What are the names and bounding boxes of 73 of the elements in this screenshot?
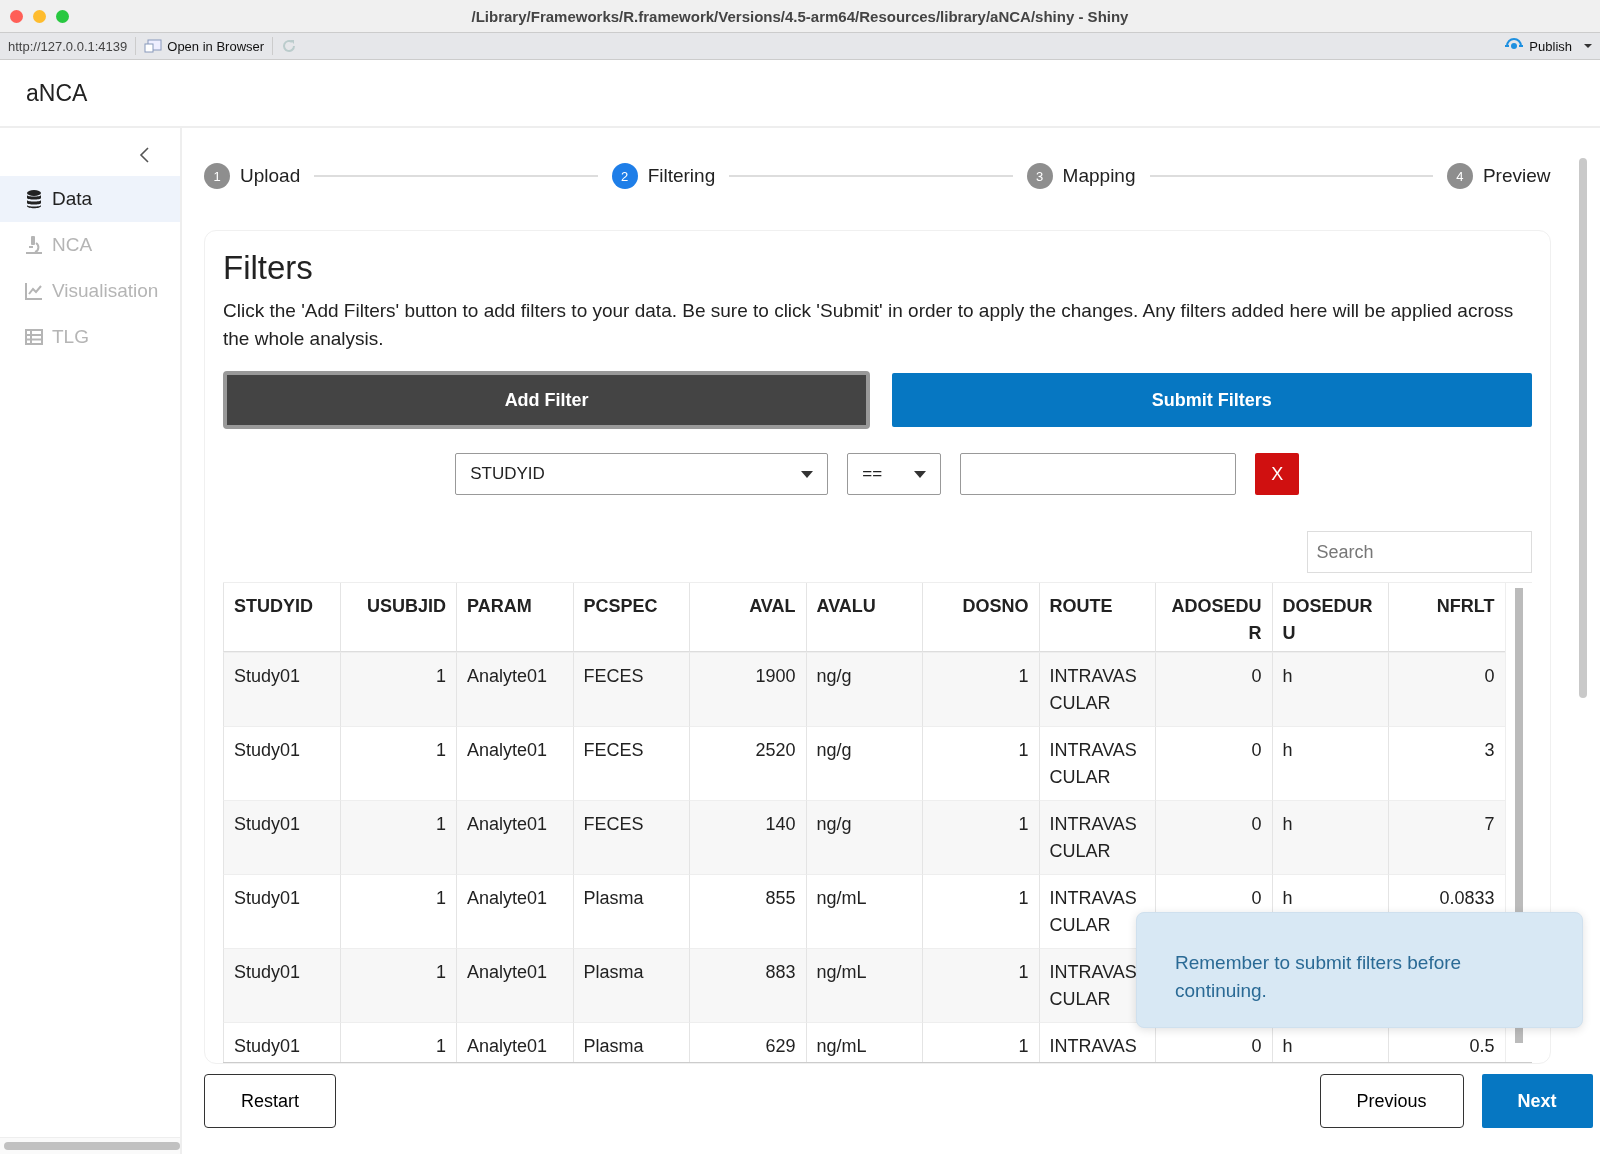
table-cell: Plasma	[572, 1022, 689, 1062]
add-filter-button[interactable]: Add Filter	[223, 371, 871, 429]
table-cell: 1	[339, 1022, 456, 1062]
microscope-icon	[24, 235, 44, 255]
step-label[interactable]: Preview	[1482, 165, 1551, 187]
zoom-window-icon[interactable]	[56, 9, 69, 23]
table-cell: 1	[922, 1022, 1039, 1062]
table-cell: INTRAVASCULAR	[1038, 800, 1155, 874]
url-text: http://127.0.0.1:4139	[8, 38, 128, 54]
table-cell: 1	[922, 800, 1039, 874]
table-cell: 140	[689, 800, 806, 874]
table-cell: Plasma	[572, 948, 689, 1022]
table-cell: Analyte01	[456, 652, 573, 726]
table-cell: 7	[1388, 800, 1505, 874]
table-cell: Study01	[223, 948, 340, 1022]
table-cell: 1	[339, 652, 456, 726]
collapse-icon[interactable]	[138, 146, 150, 164]
step-label[interactable]: Filtering	[647, 165, 716, 187]
filters-heading: Filters	[223, 249, 314, 287]
restart-button[interactable]: Restart	[204, 1074, 336, 1128]
value-input-field[interactable]	[960, 453, 1237, 495]
table-icon	[24, 327, 44, 347]
table-cell: ng/mL	[805, 948, 922, 1022]
search-field[interactable]: Search	[1306, 531, 1532, 573]
table-cell: Analyte01	[456, 1022, 573, 1062]
step-label[interactable]: Upload	[240, 165, 301, 187]
table-cell: Analyte01	[456, 948, 573, 1022]
table-cell: 1	[339, 800, 456, 874]
table-cell: h	[1271, 652, 1388, 726]
column-select[interactable]: STUDYID	[455, 453, 829, 495]
table-cell: ng/mL	[805, 1022, 922, 1062]
close-window-icon[interactable]	[10, 9, 23, 23]
caret-icon[interactable]	[1584, 44, 1592, 48]
table-cell: 1900	[689, 652, 806, 726]
table-cell: h	[1271, 800, 1388, 874]
table-cell: Study01	[223, 1022, 340, 1062]
sidebar-item[interactable]: Data	[0, 176, 180, 222]
step-label[interactable]: Mapping	[1062, 165, 1136, 187]
table-cell: 0	[1388, 652, 1505, 726]
next-button[interactable]: Next	[1481, 1074, 1593, 1128]
table-cell: FECES	[572, 800, 689, 874]
table-cell: ng/g	[805, 800, 922, 874]
description-text: Click the 'Add Filters' button to add filters to your data. Be sure to click 'Submit' in order to apply the changes. Any filters added here will be applied across the whole analysis.	[223, 299, 1515, 351]
step-number[interactable]: 2	[611, 163, 638, 189]
previous-button[interactable]: Previous	[1319, 1074, 1464, 1128]
open-in-browser-button[interactable]: Open in Browser	[144, 38, 265, 54]
minimize-window-icon[interactable]	[33, 9, 46, 23]
table-cell: Study01	[223, 652, 340, 726]
table-cell: Study01	[223, 800, 340, 874]
table-cell: 1	[922, 652, 1039, 726]
publish-button[interactable]: Publish	[1504, 38, 1572, 54]
notification-text: Remember to submit filters before continuing.	[1175, 951, 1463, 1003]
reload-icon[interactable]	[281, 38, 298, 54]
table-cell: 0	[1155, 652, 1272, 726]
table-cell: FECES	[572, 652, 689, 726]
scrollbar[interactable]	[4, 1142, 180, 1150]
window-title: /Library/Frameworks/R.framework/Versions/4.5-arm64/Resources/library/aNCA/shiny - Shiny	[471, 7, 1129, 25]
submit-filters-button[interactable]: Submit Filters	[892, 373, 1532, 427]
table-cell: 0	[1155, 800, 1272, 874]
table-cell: 629	[689, 1022, 806, 1062]
remove-filter-button[interactable]: X	[1255, 453, 1300, 495]
app-title: aNCA	[26, 79, 88, 107]
table-cell: 1	[922, 948, 1039, 1022]
table-cell: 1	[339, 948, 456, 1022]
database-icon	[24, 189, 44, 209]
browser-window-icon	[144, 39, 163, 53]
table-cell: Analyte01	[456, 800, 573, 874]
table-cell: INTRAVASCULAR	[1038, 652, 1155, 726]
table-cell: 883	[689, 948, 806, 1022]
operator-select[interactable]: ==	[847, 453, 942, 495]
scrollbar[interactable]	[1578, 158, 1587, 698]
line-chart-icon	[24, 281, 44, 301]
table-cell: ng/g	[805, 652, 922, 726]
